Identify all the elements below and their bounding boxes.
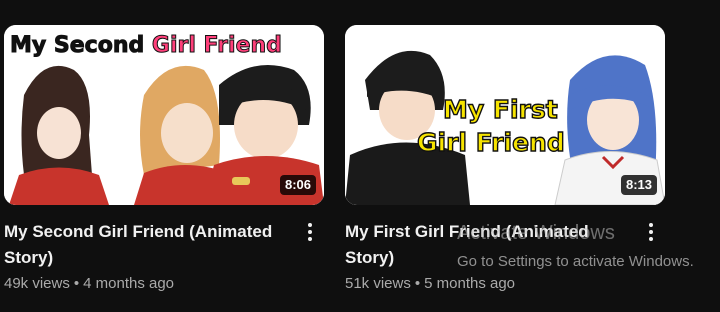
separator-dot: • [73,275,80,292]
thumbnail-title-black: My Second [9,33,145,59]
thumbnail-title-line2: Girl Friend [416,127,565,157]
video-stats: 49k views • 4 months ago [4,273,296,295]
upload-age: 4 months ago [83,275,175,292]
thumbnail-title-pink: Girl Friend [151,33,282,59]
duration-badge: 8:06 [279,175,316,195]
more-options-icon[interactable] [645,219,657,245]
view-count: 51k views [345,275,411,292]
separator-dot: • [414,275,421,292]
duration-badge: 8:13 [620,175,657,195]
video-meta: My Second Girl Friend (Animated Story) 4… [4,219,324,295]
thumbnail-title: My First Girl Friend [416,93,565,159]
activation-watermark-subtitle: Go to Settings to activate Windows. [457,253,694,270]
thumbnail-title: My Second Girl Friend [9,33,282,59]
video-title[interactable]: My Second Girl Friend (Animated Story) [4,219,296,271]
video-stats: 51k views • 5 months ago [345,273,637,295]
upload-age: 5 months ago [424,275,516,292]
video-thumbnail[interactable]: My Second Girl Friend 8:06 [4,25,324,205]
thumbnail-title-line1: My First [442,94,558,124]
video-card[interactable]: My Second Girl Friend 8:06 My Second Gir… [4,25,324,295]
more-options-icon[interactable] [304,219,316,245]
activation-watermark-title: Activate Windows [457,222,615,244]
view-count: 49k views [4,275,70,292]
video-thumbnail[interactable]: My First Girl Friend 8:13 [345,25,665,205]
